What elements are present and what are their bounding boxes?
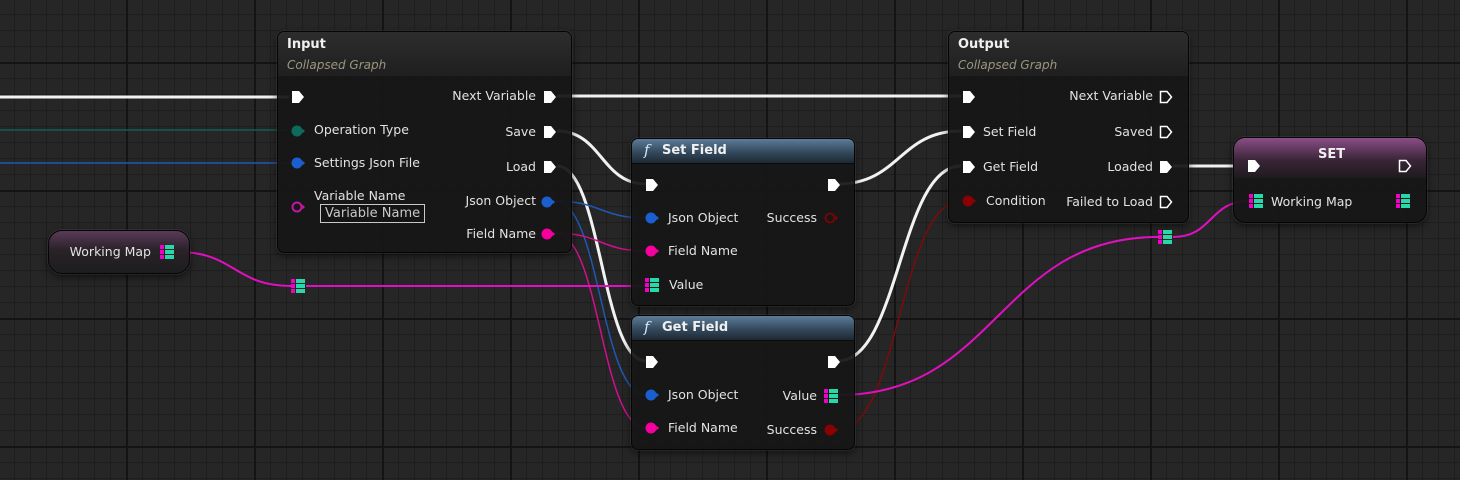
condition-label: Condition bbox=[986, 193, 1046, 208]
condition-pin[interactable] bbox=[961, 193, 977, 209]
settings-json-file-pin[interactable] bbox=[290, 155, 306, 171]
output-node-title: Output bbox=[958, 37, 1010, 52]
field-name-out-label: Field Name bbox=[466, 226, 536, 241]
settings-json-file-label: Settings Json File bbox=[314, 155, 420, 170]
set-node-title: SET bbox=[1318, 147, 1346, 162]
set-field-success-label: Success bbox=[766, 210, 817, 225]
get-field-field-name-label: Field Name bbox=[668, 420, 738, 435]
save-out-pin[interactable] bbox=[542, 124, 558, 140]
set-field-json-object-pin[interactable] bbox=[644, 210, 660, 226]
variable-name-pin[interactable] bbox=[290, 199, 306, 215]
get-field-value-pin[interactable] bbox=[823, 388, 839, 404]
input-node-title: Input bbox=[287, 37, 326, 52]
set-exec-in-pin[interactable] bbox=[1246, 158, 1262, 174]
map-wire-value-to-knot bbox=[837, 236, 1159, 396]
get-field-exec-out-pin[interactable] bbox=[826, 354, 842, 370]
get-field-json-object-label: Json Object bbox=[668, 387, 739, 402]
get-field-exec-in-pin[interactable] bbox=[644, 354, 660, 370]
get-field-node[interactable]: f Get Field Json Object Value Field Name… bbox=[631, 315, 855, 450]
set-working-map-out-pin[interactable] bbox=[1395, 193, 1411, 209]
set-field-success-pin[interactable] bbox=[823, 210, 839, 226]
set-field-exec-in-pin[interactable] bbox=[644, 177, 660, 193]
failed-to-load-out-pin[interactable] bbox=[1158, 194, 1174, 210]
load-out-pin[interactable] bbox=[542, 159, 558, 175]
set-field-exec-out-pin[interactable] bbox=[826, 177, 842, 193]
load-out-label: Load bbox=[506, 159, 536, 174]
bool-wire-success bbox=[837, 200, 962, 431]
set-exec-out-pin[interactable] bbox=[1397, 158, 1413, 174]
get-field-json-object-pin[interactable] bbox=[644, 387, 660, 403]
variable-name-label: Variable Name bbox=[314, 188, 406, 203]
loaded-out-label: Loaded bbox=[1107, 159, 1153, 174]
set-field-value-label: Value bbox=[669, 277, 704, 292]
set-field-title: Set Field bbox=[662, 143, 727, 158]
get-field-title: Get Field bbox=[662, 320, 729, 335]
json-object-out-label: Json Object bbox=[465, 193, 536, 208]
output-exec-in-pin[interactable] bbox=[961, 89, 977, 105]
working-map-getter-node[interactable]: Working Map bbox=[48, 230, 190, 274]
set-variable-node[interactable]: SET Working Map bbox=[1233, 137, 1427, 223]
input-collapsed-graph-node[interactable]: Input Collapsed Graph Operation Type Set… bbox=[277, 31, 572, 253]
get-field-value-label: Value bbox=[782, 388, 817, 403]
reroute-knot-get-value[interactable] bbox=[1157, 229, 1173, 245]
input-exec-in-pin[interactable] bbox=[290, 89, 306, 105]
get-field-success-label: Success bbox=[766, 422, 817, 437]
field-name-out-pin[interactable] bbox=[540, 226, 556, 242]
get-field-field-name-pin[interactable] bbox=[644, 420, 660, 436]
get-field-success-pin[interactable] bbox=[823, 422, 839, 438]
set-field-exec-in-pin[interactable] bbox=[961, 124, 977, 140]
set-field-value-pin[interactable] bbox=[644, 277, 660, 293]
set-field-field-name-pin[interactable] bbox=[644, 243, 660, 259]
loaded-out-pin[interactable] bbox=[1158, 159, 1174, 175]
exec-wire-getfield-out bbox=[837, 164, 962, 363]
json-object-out-pin[interactable] bbox=[540, 194, 556, 210]
get-field-exec-in-pin[interactable] bbox=[961, 159, 977, 175]
working-map-label: Working Map bbox=[69, 244, 151, 259]
map-wire-getter-to-knot bbox=[177, 251, 292, 287]
set-field-json-object-label: Json Object bbox=[668, 210, 739, 225]
saved-out-pin[interactable] bbox=[1158, 124, 1174, 140]
output-node-subtitle: Collapsed Graph bbox=[958, 58, 1058, 72]
function-icon: f bbox=[644, 318, 650, 336]
next-variable-out-pin[interactable] bbox=[1158, 89, 1174, 105]
get-field-in-label: Get Field bbox=[983, 159, 1039, 174]
failed-to-load-out-label: Failed to Load bbox=[1066, 194, 1153, 209]
next-variable-out-pin[interactable] bbox=[542, 89, 558, 105]
output-collapsed-graph-node[interactable]: Output Collapsed Graph Set Field Get Fie… bbox=[948, 31, 1189, 223]
variable-name-input[interactable]: Variable Name bbox=[320, 204, 426, 223]
operation-type-pin[interactable] bbox=[290, 123, 306, 139]
save-out-label: Save bbox=[505, 124, 536, 139]
input-node-subtitle: Collapsed Graph bbox=[287, 58, 387, 72]
operation-type-label: Operation Type bbox=[314, 122, 409, 137]
set-working-map-label: Working Map bbox=[1271, 194, 1353, 209]
saved-out-label: Saved bbox=[1114, 124, 1153, 139]
set-field-node[interactable]: f Set Field Json Object Success Field Na… bbox=[631, 138, 855, 306]
next-variable-out-label: Next Variable bbox=[1069, 88, 1153, 103]
working-map-output-pin[interactable] bbox=[159, 244, 175, 260]
function-icon: f bbox=[644, 141, 650, 159]
exec-wire-setfield-out bbox=[837, 129, 962, 186]
set-working-map-in-pin[interactable] bbox=[1248, 193, 1264, 209]
reroute-knot-working-map[interactable] bbox=[290, 278, 306, 294]
set-field-field-name-label: Field Name bbox=[668, 243, 738, 258]
next-variable-out-label: Next Variable bbox=[452, 88, 536, 103]
set-field-in-label: Set Field bbox=[983, 124, 1037, 139]
